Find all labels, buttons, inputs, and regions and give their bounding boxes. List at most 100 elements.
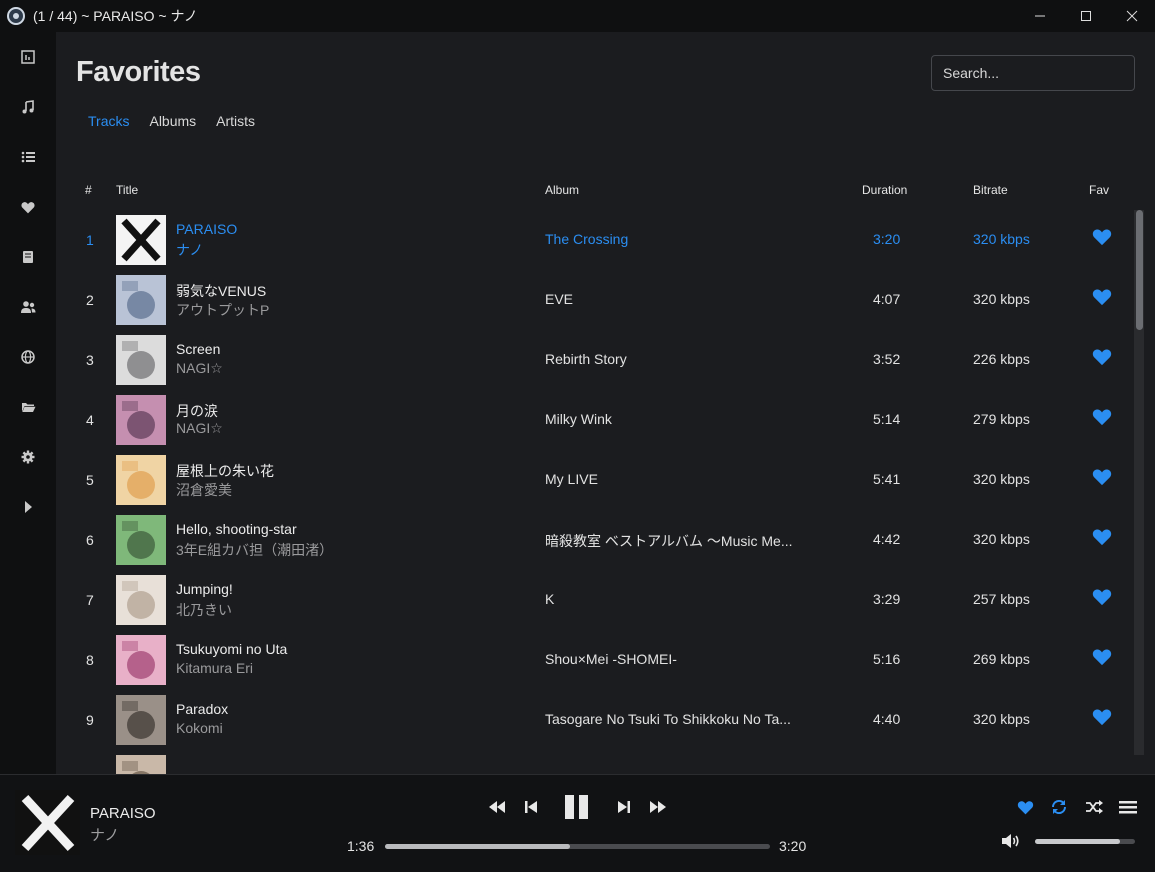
track-duration: 3:29	[873, 591, 901, 607]
favorite-toggle-button[interactable]	[1015, 797, 1035, 817]
maximize-button[interactable]	[1063, 0, 1109, 32]
heart-icon	[1092, 409, 1112, 426]
favorite-button[interactable]	[1092, 648, 1112, 666]
book-icon	[23, 251, 33, 263]
table-row[interactable]: 2 弱気なVENUS アウトプットP EVE 4:07 320 kbps	[56, 269, 1136, 329]
track-number: 8	[86, 652, 94, 668]
table-row[interactable]: 9 Paradox Kokomi Tasogare No Tsuki To Shikk…	[56, 689, 1136, 749]
close-button[interactable]	[1109, 0, 1155, 32]
header-number[interactable]: #	[85, 183, 92, 197]
favorite-button[interactable]	[1092, 228, 1112, 246]
now-playing-cover[interactable]	[15, 790, 80, 855]
header-bitrate[interactable]: Bitrate	[973, 183, 1008, 197]
heart-icon	[1092, 289, 1112, 306]
table-row[interactable]: 6 Hello, shooting-star 3年E組カバ担（潮田渚） 暗殺教室 ベス…	[56, 509, 1136, 569]
table-row[interactable]	[56, 749, 1136, 774]
tab-artists[interactable]: Artists	[216, 113, 255, 129]
users-icon	[21, 301, 36, 313]
now-playing-artist[interactable]: ナノ	[90, 824, 119, 845]
track-artist[interactable]: NAGI☆	[176, 360, 223, 377]
sidebar-item-artists[interactable]	[16, 295, 40, 319]
track-artist[interactable]: Kokomi	[176, 720, 223, 736]
track-album[interactable]: K	[545, 591, 803, 607]
sidebar-item-playlists[interactable]	[16, 145, 40, 169]
favorite-button[interactable]	[1092, 288, 1112, 306]
pause-icon	[565, 795, 588, 819]
volume-slider[interactable]	[1035, 839, 1135, 844]
fast-forward-button[interactable]	[648, 797, 668, 817]
rewind-icon	[489, 801, 505, 813]
sidebar-item-settings[interactable]	[16, 445, 40, 469]
player-bar: PARAISO ナノ 1:36 3:20	[0, 774, 1155, 872]
window-title: (1 / 44) ~ PARAISO ~ ナノ	[33, 8, 198, 24]
header-fav[interactable]: Fav	[1089, 183, 1109, 197]
favorite-button[interactable]	[1092, 708, 1112, 726]
sidebar-item-songs[interactable]	[16, 95, 40, 119]
header-title[interactable]: Title	[116, 183, 138, 197]
minimize-button[interactable]	[1017, 0, 1063, 32]
volume-button[interactable]	[1001, 831, 1021, 851]
track-artist[interactable]: ナノ	[176, 240, 203, 260]
track-bitrate: 226 kbps	[973, 351, 1030, 367]
favorite-button[interactable]	[1092, 408, 1112, 426]
heart-icon	[1092, 649, 1112, 666]
sidebar-item-library[interactable]	[16, 245, 40, 269]
queue-button[interactable]	[1118, 797, 1138, 817]
seek-bar[interactable]	[385, 844, 770, 849]
tab-albums[interactable]: Albums	[149, 113, 196, 129]
track-album[interactable]: My LIVE	[545, 471, 803, 487]
tab-tracks[interactable]: Tracks	[88, 113, 129, 129]
track-duration: 4:42	[873, 531, 901, 547]
sidebar-item-radio[interactable]	[16, 345, 40, 369]
track-artist[interactable]: Kitamura Eri	[176, 660, 253, 676]
pause-button[interactable]	[561, 792, 593, 822]
album-art-thumbnail	[116, 755, 166, 774]
track-bitrate: 320 kbps	[973, 231, 1030, 247]
header-album[interactable]: Album	[545, 183, 579, 197]
track-artist[interactable]: 北乃きい	[176, 600, 232, 620]
favorite-button[interactable]	[1092, 348, 1112, 366]
album-art-thumbnail	[116, 455, 166, 505]
now-playing-title[interactable]: PARAISO	[90, 805, 156, 822]
table-row[interactable]: 1 PARAISO ナノ The Crossing 3:20 320 kbps	[56, 209, 1136, 269]
track-album[interactable]: Shou×Mei -SHOMEI-	[545, 651, 803, 667]
scrollbar-thumb[interactable]	[1136, 210, 1143, 330]
favorite-button[interactable]	[1092, 528, 1112, 546]
track-artist[interactable]: アウトプットP	[176, 300, 269, 320]
track-album[interactable]: Rebirth Story	[545, 351, 803, 367]
track-duration: 4:07	[873, 291, 901, 307]
favorite-button[interactable]	[1092, 468, 1112, 486]
track-album[interactable]: Milky Wink	[545, 411, 803, 427]
rewind-button[interactable]	[487, 797, 507, 817]
track-album[interactable]: Tasogare No Tsuki To Shikkoku No Ta...	[545, 711, 803, 727]
table-row[interactable]: 5 屋根上の朱い花 沼倉愛美 My LIVE 5:41 320 kbps	[56, 449, 1136, 509]
sidebar-item-folders[interactable]	[16, 395, 40, 419]
shuffle-button[interactable]	[1084, 797, 1104, 817]
table-row[interactable]: 8 Tsukuyomi no Uta Kitamura Eri Shou×Mei -S…	[56, 629, 1136, 689]
track-album[interactable]: 暗殺教室 ベストアルバム ～Music Me...	[545, 531, 803, 551]
search-input[interactable]	[931, 55, 1135, 91]
track-artist[interactable]: 3年E組カバ担（潮田渚）	[176, 540, 333, 560]
app-logo-icon	[7, 7, 25, 25]
sidebar-item-favorites[interactable]	[16, 195, 40, 219]
track-artist[interactable]: NAGI☆	[176, 420, 223, 437]
track-number: 6	[86, 532, 94, 548]
track-album[interactable]: EVE	[545, 291, 803, 307]
track-artist[interactable]: 沼倉愛美	[176, 480, 232, 500]
table-row[interactable]: 4 月の涙 NAGI☆ Milky Wink 5:14 279 kbps	[56, 389, 1136, 449]
table-row[interactable]: 7 Jumping! 北乃きい K 3:29 257 kbps	[56, 569, 1136, 629]
previous-button[interactable]	[521, 797, 541, 817]
favorite-button[interactable]	[1092, 588, 1112, 606]
track-bitrate: 320 kbps	[973, 471, 1030, 487]
sidebar-item-dashboard[interactable]	[16, 45, 40, 69]
track-number: 2	[86, 292, 94, 308]
header-duration[interactable]: Duration	[862, 183, 907, 197]
next-button[interactable]	[614, 797, 634, 817]
track-album[interactable]: The Crossing	[545, 231, 803, 247]
album-art-thumbnail	[116, 515, 166, 565]
album-art-thumbnail	[116, 695, 166, 745]
sidebar-item-expand[interactable]	[16, 495, 40, 519]
repeat-button[interactable]	[1049, 797, 1069, 817]
table-row[interactable]: 3 Screen NAGI☆ Rebirth Story 3:52 226 kbps	[56, 329, 1136, 389]
album-art-thumbnail	[116, 575, 166, 625]
